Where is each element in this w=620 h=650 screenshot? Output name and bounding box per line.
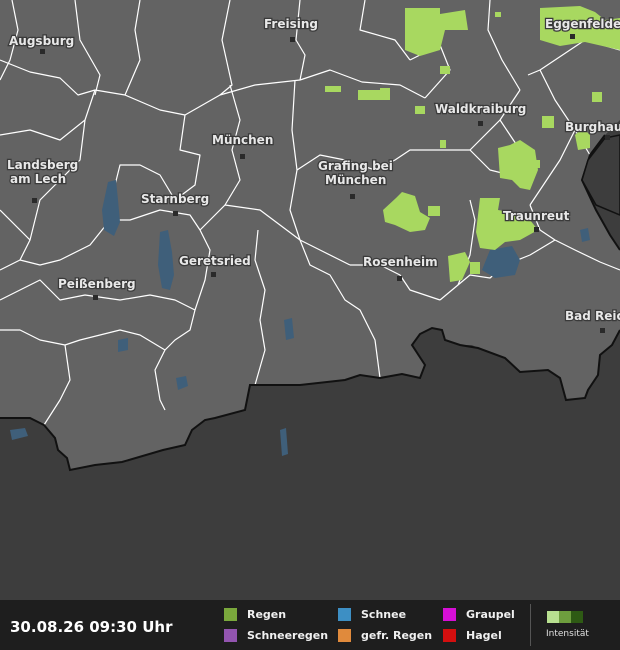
city-label: Burghausen xyxy=(565,120,620,134)
legend-bar: 30.08.26 09:30 Uhr Regen Schneeregen Sch… xyxy=(0,600,620,650)
city-label: Eggenfelden xyxy=(545,17,620,31)
swatch-hagel xyxy=(443,629,456,642)
legend-divider xyxy=(530,604,531,646)
city-label: am Lech xyxy=(10,172,66,186)
legend-item-schneeregen: Schneeregen xyxy=(224,629,328,642)
lake-small-3 xyxy=(118,338,128,352)
city-label: Starnberg xyxy=(141,192,209,206)
swatch-schneeregen xyxy=(224,629,237,642)
legend-item-graupel: Graupel xyxy=(443,608,515,621)
city-label: Freising xyxy=(264,17,318,31)
legend-item-schnee: Schnee xyxy=(338,608,406,621)
legend-label: Schneeregen xyxy=(247,629,329,642)
city-label: Traunreut xyxy=(503,209,570,223)
legend-item-gefr-regen: gefr. Regen xyxy=(338,629,432,642)
intensity-step xyxy=(571,611,583,623)
intensity-step xyxy=(547,611,559,623)
city-label: Geretsried xyxy=(179,254,251,268)
intensity-step xyxy=(559,611,571,623)
swatch-regen xyxy=(224,608,237,621)
swatch-graupel xyxy=(443,608,456,621)
city-label: Landsberg xyxy=(7,158,78,172)
legend-item-hagel: Hagel xyxy=(443,629,502,642)
swatch-schnee xyxy=(338,608,351,621)
intensity-label: Intensität xyxy=(546,629,589,639)
radar-map[interactable]: Augsburg Freising Eggenfelden Waldkraibu… xyxy=(0,0,620,600)
city-label: Rosenheim xyxy=(363,255,438,269)
swatch-gefr-regen xyxy=(338,629,351,642)
city-label: München xyxy=(212,133,273,147)
city-label: Bad Reichenhall xyxy=(565,309,620,323)
city-label: Waldkraiburg xyxy=(435,102,526,116)
legend-label: Schnee xyxy=(361,608,407,621)
timestamp: 30.08.26 09:30 Uhr xyxy=(10,618,173,636)
legend-label: gefr. Regen xyxy=(361,629,433,642)
legend-label: Graupel xyxy=(466,608,515,621)
legend-label: Regen xyxy=(247,608,287,621)
city-label: Grafing bei xyxy=(318,159,393,173)
legend-label: Hagel xyxy=(466,629,502,642)
intensity-scale xyxy=(547,611,583,623)
city-label: München xyxy=(325,173,386,187)
city-label: Augsburg xyxy=(9,34,74,48)
city-label: Peißenberg xyxy=(58,277,136,291)
legend-item-regen: Regen xyxy=(224,608,286,621)
